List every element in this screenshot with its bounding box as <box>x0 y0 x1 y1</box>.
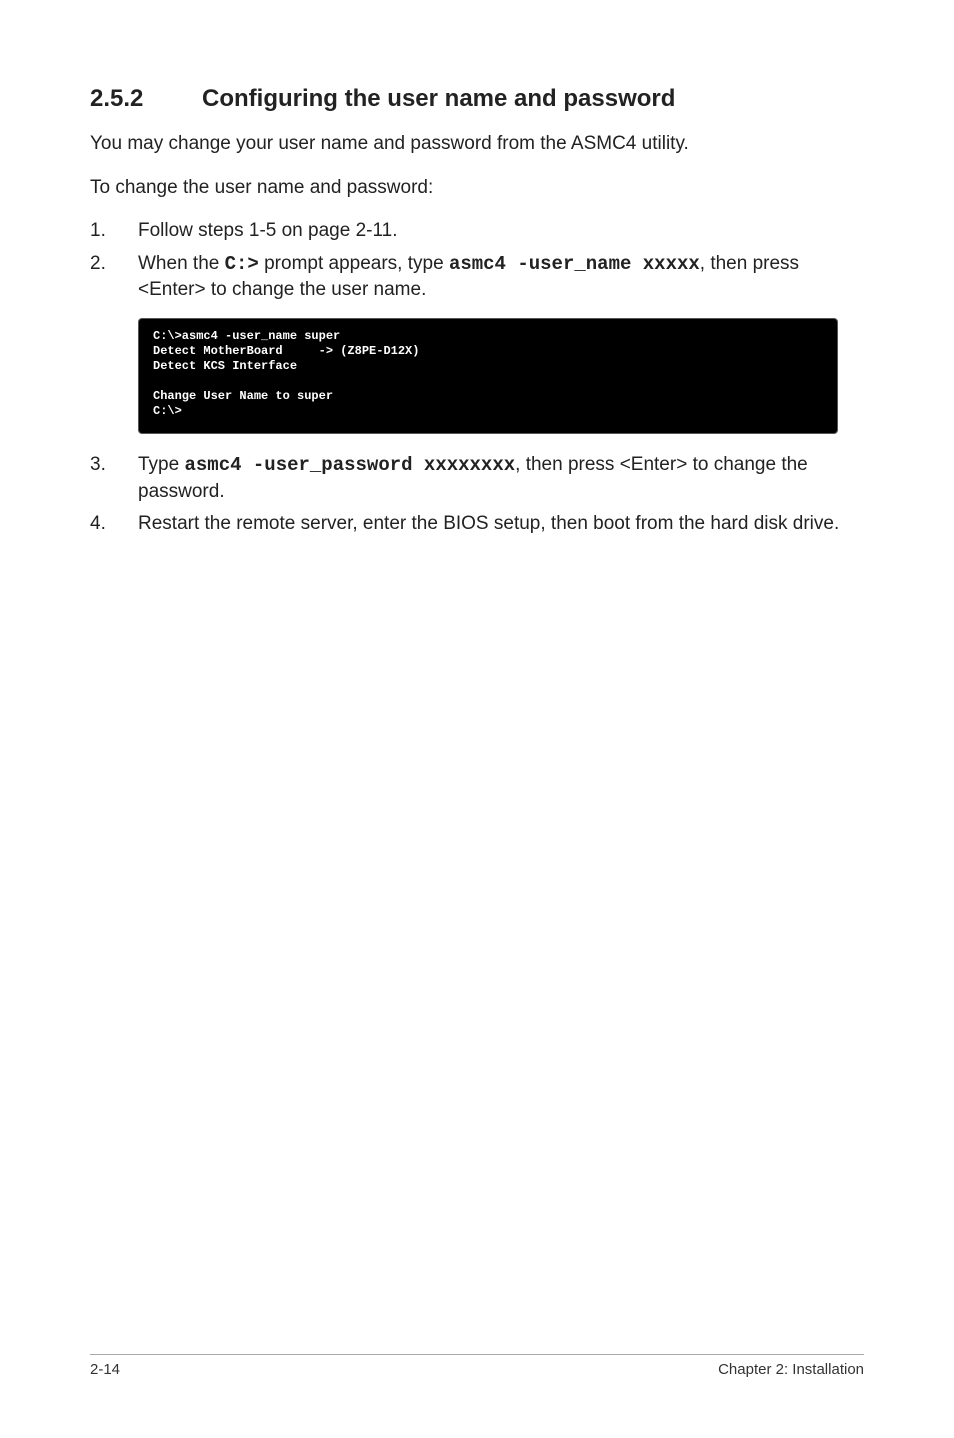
inline-code: asmc4 -user_name xxxxx <box>449 253 700 275</box>
step-number: 4. <box>90 511 138 538</box>
step-text-fragment: When the <box>138 253 225 274</box>
chapter-label: Chapter 2: Installation <box>718 1361 864 1378</box>
step-number: 1. <box>90 218 138 245</box>
steps-list-a: 1. Follow steps 1-5 on page 2-11. 2. Whe… <box>90 218 864 304</box>
step-4: 4. Restart the remote server, enter the … <box>90 511 864 538</box>
step-1: 1. Follow steps 1-5 on page 2-11. <box>90 218 864 245</box>
intro-paragraph-1: You may change your user name and passwo… <box>90 131 864 157</box>
step-text-fragment: Type <box>138 454 184 475</box>
step-number: 2. <box>90 251 138 304</box>
page-number: 2-14 <box>90 1361 120 1378</box>
intro-paragraph-2: To change the user name and password: <box>90 175 864 201</box>
step-3: 3. Type asmc4 -user_password xxxxxxxx, t… <box>90 452 864 505</box>
step-text: Follow steps 1-5 on page 2-11. <box>138 218 864 245</box>
inline-code: asmc4 -user_password xxxxxxxx <box>184 454 515 476</box>
step-text-fragment: prompt appears, type <box>259 253 449 274</box>
step-number: 3. <box>90 452 138 505</box>
step-2: 2. When the C:> prompt appears, type asm… <box>90 251 864 304</box>
section-title-text: Configuring the user name and password <box>202 85 675 113</box>
terminal-window: C:\>asmc4 -user_name super Detect Mother… <box>138 318 838 434</box>
terminal-output: C:\>asmc4 -user_name super Detect Mother… <box>153 329 823 419</box>
step-text: Restart the remote server, enter the BIO… <box>138 511 864 538</box>
page-footer: 2-14 Chapter 2: Installation <box>90 1354 864 1378</box>
section-heading: 2.5.2 Configuring the user name and pass… <box>90 85 864 113</box>
section-number: 2.5.2 <box>90 85 202 113</box>
steps-list-b: 3. Type asmc4 -user_password xxxxxxxx, t… <box>90 452 864 538</box>
step-text: Type asmc4 -user_password xxxxxxxx, then… <box>138 452 864 505</box>
step-text: When the C:> prompt appears, type asmc4 … <box>138 251 864 304</box>
inline-code: C:> <box>225 253 259 275</box>
